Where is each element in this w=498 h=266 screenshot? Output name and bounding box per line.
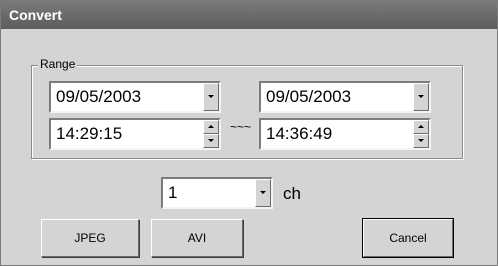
channel-unit-label: ch <box>283 184 301 203</box>
end-date-value: 09/05/2003 <box>266 87 352 106</box>
start-date-dropdown-button[interactable] <box>203 83 219 111</box>
range-group-label: Range <box>38 57 78 71</box>
jpeg-button[interactable]: JPEG <box>41 219 139 257</box>
end-time-value: 14:36:49 <box>266 124 333 143</box>
start-date-value: 09/05/2003 <box>56 87 142 106</box>
start-time-decrement-button[interactable] <box>203 134 219 148</box>
chevron-down-icon <box>208 139 214 142</box>
start-date-combo[interactable]: 09/05/2003 <box>49 81 221 113</box>
channel-dropdown-button[interactable] <box>255 179 271 207</box>
start-time-spinner[interactable]: 14:29:15 <box>49 118 221 150</box>
end-time-spinner[interactable]: 14:36:49 <box>259 118 431 150</box>
chevron-down-icon <box>418 95 424 98</box>
range-separator: ~~~ <box>230 120 252 134</box>
cancel-button[interactable]: Cancel <box>362 218 454 258</box>
avi-button[interactable]: AVI <box>151 219 243 257</box>
chevron-down-icon <box>208 95 214 98</box>
channel-value: 1 <box>168 183 178 202</box>
end-time-decrement-button[interactable] <box>413 134 429 148</box>
end-date-combo[interactable]: 09/05/2003 <box>259 81 431 113</box>
title-bar[interactable]: Convert <box>1 1 497 29</box>
end-date-dropdown-button[interactable] <box>413 83 429 111</box>
chevron-down-icon <box>260 191 266 194</box>
chevron-down-icon <box>418 139 424 142</box>
convert-dialog: Convert Range 09/05/2003 09/05/2003 14:2… <box>0 0 498 266</box>
window-title: Convert <box>9 7 62 23</box>
start-time-value: 14:29:15 <box>56 124 123 143</box>
channel-combo[interactable]: 1 <box>161 177 273 209</box>
end-time-spin-buttons <box>413 120 429 148</box>
chevron-up-icon <box>208 125 214 128</box>
end-time-increment-button[interactable] <box>413 120 429 134</box>
start-time-increment-button[interactable] <box>203 120 219 134</box>
start-time-spin-buttons <box>203 120 219 148</box>
chevron-up-icon <box>418 125 424 128</box>
